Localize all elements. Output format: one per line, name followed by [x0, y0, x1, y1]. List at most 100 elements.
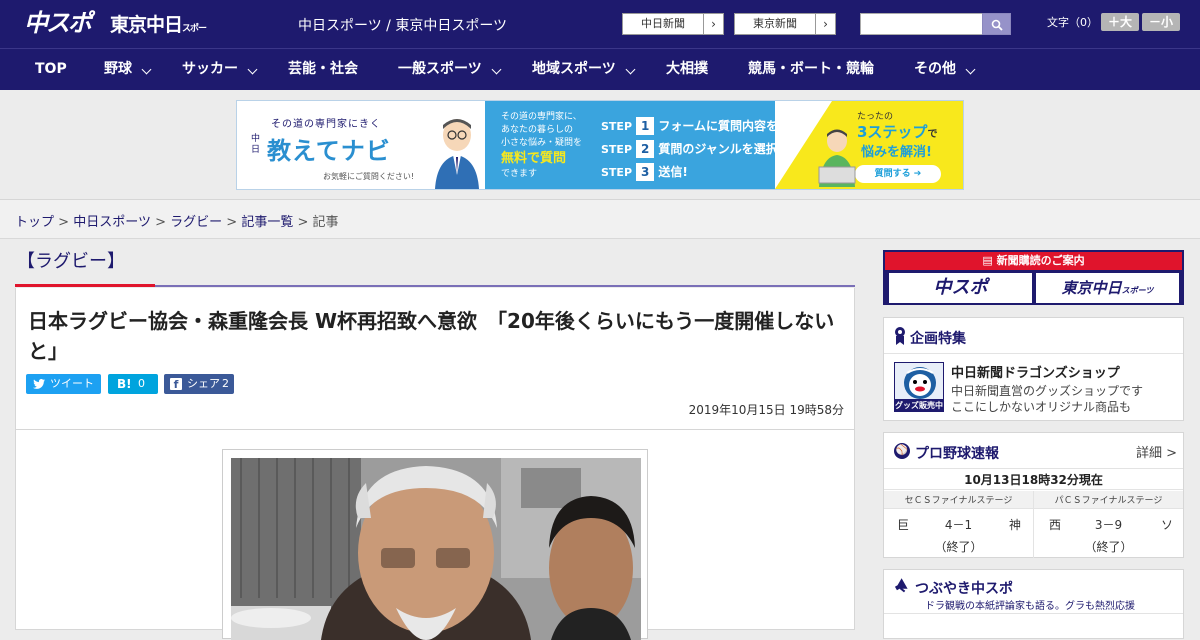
press-photo-image: [231, 458, 641, 640]
chunichi-shimbun-link[interactable]: 中日新聞 ›: [622, 13, 724, 35]
article: 日本ラグビー協会・森重隆会長 W杯再招致へ意欲 「20年後くらいにもう一度開催し…: [15, 288, 855, 640]
subscribe-chuspo-button[interactable]: 中スポ: [889, 273, 1032, 303]
main-nav: TOP 野球 サッカー 芸能・社会 一般スポーツ 地域スポーツ 大相撲 競馬・ボ…: [0, 48, 1200, 90]
nav-item-sumo[interactable]: 大相撲: [666, 49, 708, 90]
chevron-down-icon: [625, 64, 636, 75]
step-label: STEP: [601, 120, 633, 133]
banner-mid-line: その道の専門家に、: [501, 112, 582, 122]
subscription-header: ▤ 新聞購読のご案内: [885, 252, 1182, 270]
game-status: （終了）: [1084, 540, 1133, 554]
nav-item-other[interactable]: その他: [914, 49, 978, 90]
step-text: 送信!: [658, 165, 688, 179]
facebook-share-label: シェア: [187, 377, 220, 390]
tokyo-shimbun-link[interactable]: 東京新聞 ›: [734, 13, 836, 35]
megaphone-icon: [894, 578, 908, 593]
baseball-details-link[interactable]: 詳細 >: [1136, 442, 1177, 461]
doala-mascot-icon: [904, 367, 936, 399]
breadcrumb-article-list[interactable]: 記事一覧: [241, 215, 293, 230]
breadcrumb-home[interactable]: トップ: [15, 215, 54, 230]
ribbon-icon: [895, 327, 905, 345]
facebook-icon: f: [170, 378, 182, 391]
search-button[interactable]: [982, 13, 1011, 35]
breadcrumb-chuspo[interactable]: 中日スポーツ: [73, 215, 151, 230]
nav-label: 野球: [104, 61, 132, 77]
banner-right-sub: 悩みを解消!: [861, 145, 932, 160]
breadcrumb-rugby[interactable]: ラグビー: [170, 215, 222, 230]
goods-sale-label: グッズ販売中: [895, 399, 943, 411]
feature-item-desc: 中日新聞直営のグッズショップです: [951, 384, 1144, 398]
newspaper-icon: ▤: [982, 254, 993, 267]
nav-label: 一般スポーツ: [398, 61, 482, 77]
article-photo-frame: [222, 449, 648, 640]
breadcrumb-separator: >: [155, 215, 166, 230]
breadcrumb-separator: >: [226, 215, 238, 230]
chevron-down-icon: [965, 64, 976, 75]
banner-brand: 教えてナビ: [267, 137, 391, 165]
nav-item-soccer[interactable]: サッカー: [182, 49, 260, 90]
feature-panel-header: 企画特集: [884, 318, 1183, 354]
article-divider: [16, 429, 854, 430]
chuspo-logo[interactable]: 中スポ: [24, 8, 100, 38]
step-label: STEP: [601, 166, 633, 179]
search-input[interactable]: [860, 13, 984, 35]
font-size-decrease-button[interactable]: －小: [1142, 13, 1180, 31]
subscribe-tokyo-label: 東京中日: [1061, 279, 1122, 297]
tsubuyaki-panel-title: つぶやき中スポ: [915, 581, 1013, 597]
hatena-bookmark-button[interactable]: B! 0: [108, 374, 158, 394]
nav-label: TOP: [35, 61, 67, 77]
away-team: ソ: [1161, 518, 1174, 532]
banner-middle: その道の専門家に、 あなたの暮らしの 小さな悩み・疑問を 無料で質問 できます …: [485, 101, 802, 189]
nav-label: その他: [914, 61, 956, 77]
breadcrumb: トップ > 中日スポーツ > ラグビー > 記事一覧 > 記事: [15, 211, 339, 230]
hatena-count: 0: [138, 377, 145, 390]
nav-item-entertainment[interactable]: 芸能・社会: [288, 49, 358, 90]
nav-item-baseball[interactable]: 野球: [104, 49, 154, 90]
step-number: 1: [636, 117, 655, 135]
banner-right-big: 3ステップ: [857, 123, 928, 141]
facebook-share-button[interactable]: f シェア 2: [164, 374, 234, 394]
font-size-increase-button[interactable]: ＋大: [1101, 13, 1139, 31]
banner-cta-button: 質問する ➔: [855, 165, 941, 183]
feature-panel: 企画特集 グッズ販売中 中日新聞ドラゴンズショップ 中日新聞直営のグッズショップ…: [883, 317, 1184, 421]
subscription-title: 新聞購読のご案内: [996, 254, 1085, 267]
baseball-scores-panel: ⚾ プロ野球速報 詳細 > 10月13日18時32分現在 セＣＳファイナルステー…: [883, 432, 1184, 558]
banner-tagline: その道の専門家にきく: [271, 119, 381, 130]
nav-item-local-sports[interactable]: 地域スポーツ: [532, 49, 638, 90]
tweet-button[interactable]: ツイート: [26, 374, 101, 394]
hatena-icon: B!: [117, 377, 132, 391]
publish-date: 2019年10月15日 19時58分: [688, 403, 844, 417]
chevron-right-icon: ›: [815, 14, 835, 34]
banner-steps: STEP 1 フォームに質問内容を入力 STEP 2 質問のジャンルを選択 ST…: [601, 115, 802, 184]
nav-item-top[interactable]: TOP: [35, 49, 67, 90]
subscribe-tokyo-chunichi-button[interactable]: 東京中日スポーツ: [1036, 273, 1179, 303]
banner-free-question: 無料で質問: [501, 151, 567, 166]
tsubuyaki-panel-header: つぶやき中スポ ドラ観戦の本紙評論家も語る。グラも熱烈応援: [884, 570, 1183, 614]
nav-item-racing[interactable]: 競馬・ボート・競輪: [748, 49, 874, 90]
baseball-as-of: 10月13日18時32分現在: [884, 470, 1183, 490]
twitter-bird-icon: [33, 379, 45, 389]
nav-label: サッカー: [182, 61, 238, 77]
tokyo-chunichi-logo[interactable]: 東京中日スポーツ: [110, 12, 210, 64]
breadcrumb-current: 記事: [312, 215, 339, 230]
banner-left: その道の専門家にきく 中日 教えてナビ お気軽にご質問ください!: [237, 101, 485, 189]
breadcrumb-separator: >: [297, 215, 309, 230]
banner-note: お気軽にご質問ください!: [323, 172, 415, 181]
nav-label: 大相撲: [666, 61, 708, 77]
step-number: 3: [636, 163, 655, 181]
dragons-shop-link[interactable]: グッズ販売中 中日新聞ドラゴンズショップ 中日新聞直営のグッズショップです ここ…: [884, 355, 1183, 421]
tweet-label: ツイート: [50, 377, 94, 390]
laptop-man-illustration-icon: [818, 129, 856, 187]
breadcrumb-separator: >: [58, 215, 70, 230]
banner-step: STEP 3 送信!: [601, 161, 802, 184]
nav-item-general-sports[interactable]: 一般スポーツ: [398, 49, 504, 90]
chevron-down-icon: [247, 64, 258, 75]
oshiete-navi-ad-banner[interactable]: その道の専門家にきく 中日 教えてナビ お気軽にご質問ください! その道の専門家…: [236, 100, 964, 190]
baseball-panel-header: ⚾ プロ野球速報 詳細 >: [884, 433, 1183, 469]
banner-step: STEP 1 フォームに質問内容を入力: [601, 115, 802, 138]
nav-label: 競馬・ボート・競輪: [748, 61, 874, 77]
game-result-pacific[interactable]: 西 3－9 ソ （終了）: [1034, 510, 1183, 558]
game-stage-central: セＣＳファイナルステージ: [904, 496, 1013, 506]
game-result-central[interactable]: 巨 4－1 神 （終了）: [884, 510, 1033, 558]
feature-panel-title: 企画特集: [910, 331, 966, 347]
subscribe-tokyo-small: スポーツ: [1121, 286, 1154, 295]
